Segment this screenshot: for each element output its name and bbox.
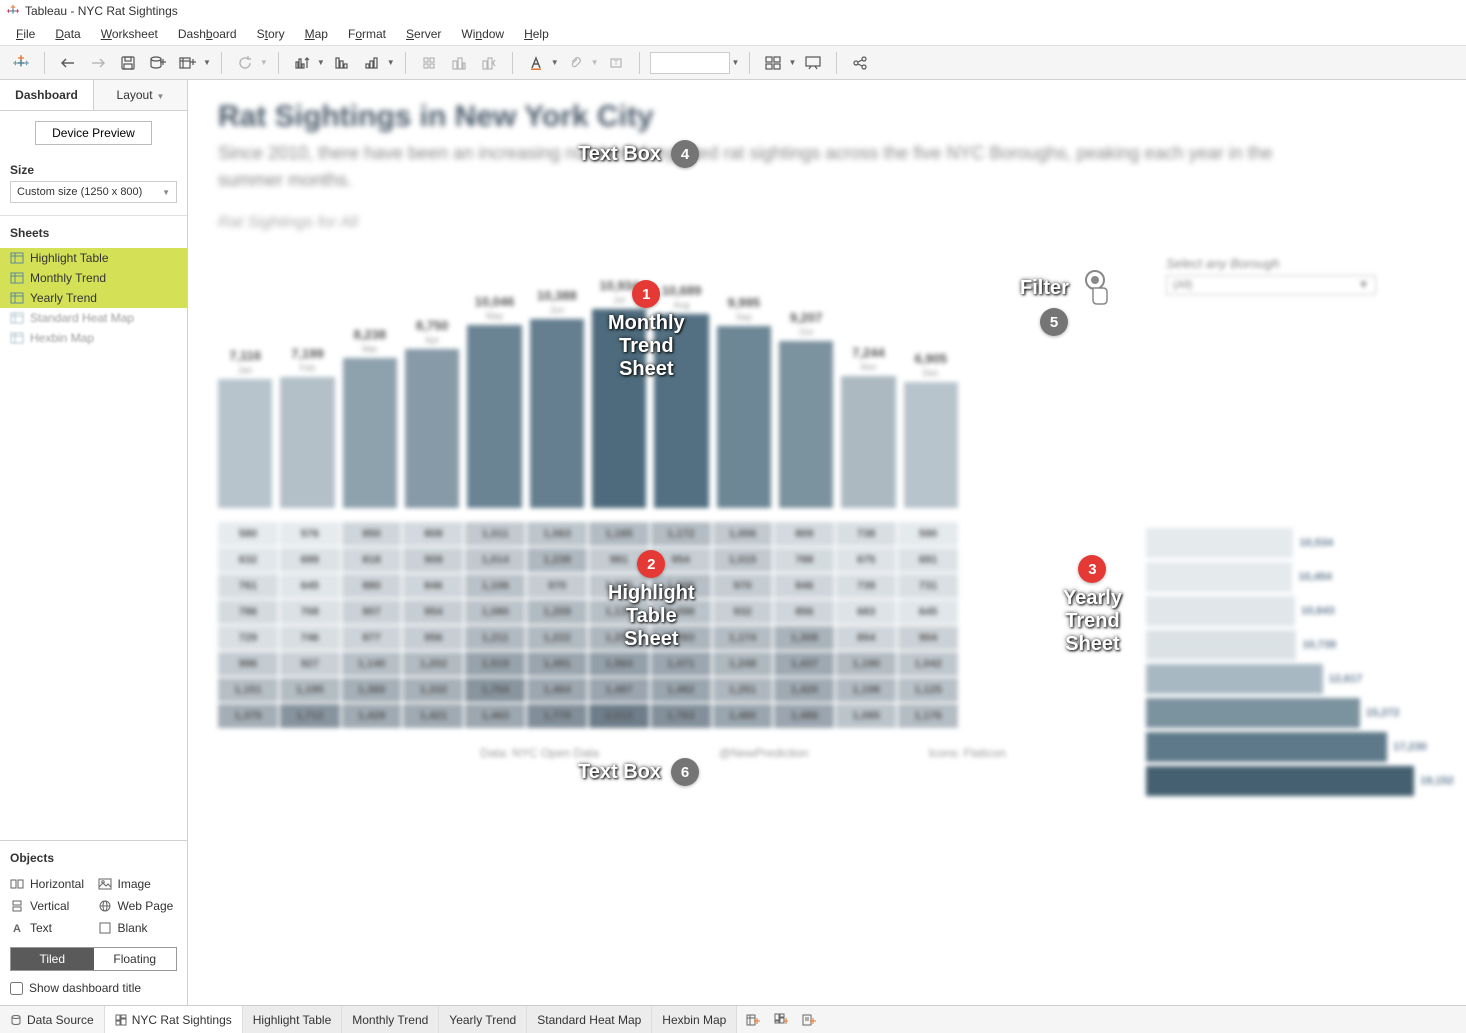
menu-file[interactable]: File	[6, 25, 45, 43]
menu-help[interactable]: Help	[514, 25, 559, 43]
tableau-home-icon[interactable]	[8, 50, 34, 76]
bottom-tabs: Data Source NYC Rat SightingsHighlight T…	[0, 1005, 1466, 1033]
menu-format[interactable]: Format	[338, 25, 396, 43]
swap-icon[interactable]	[289, 50, 315, 76]
undo-icon[interactable]	[55, 50, 81, 76]
worksheet-tab[interactable]: Monthly Trend	[342, 1006, 439, 1033]
monthly-bar-chart: 7,116Jan7,199Feb8,238Mar8,750Apr10,046Ma…	[218, 268, 958, 508]
window-title: Tableau - NYC Rat Sightings	[25, 4, 178, 18]
redo-icon[interactable]	[85, 50, 111, 76]
highlight-table: 5805768508081,0111,0631,1851,1721,006809…	[218, 522, 958, 728]
text-format-icon[interactable]	[523, 50, 549, 76]
dropdown-caret-icon[interactable]: ▼	[788, 58, 796, 67]
group-icon[interactable]	[446, 50, 472, 76]
new-dashboard-tab-icon[interactable]	[771, 1010, 791, 1030]
object-horizontal[interactable]: Horizontal	[10, 875, 90, 893]
dropdown-caret-icon[interactable]: ▼	[551, 58, 559, 67]
menu-worksheet[interactable]: Worksheet	[91, 25, 168, 43]
show-dashboard-title-checkbox[interactable]: Show dashboard title	[10, 981, 177, 995]
sheet-icon	[10, 312, 24, 324]
sheet-item[interactable]: Yearly Trend	[0, 288, 187, 308]
menu-window[interactable]: Window	[451, 25, 514, 43]
sheet-item[interactable]: Monthly Trend	[0, 268, 187, 288]
clip-icon[interactable]	[563, 50, 589, 76]
sheets-list: Highlight TableMonthly TrendYearly Trend…	[0, 244, 187, 352]
dropdown-caret-icon[interactable]: ▼	[203, 58, 211, 67]
menu-data[interactable]: Data	[45, 25, 90, 43]
text-icon: A	[10, 922, 24, 934]
highlight-icon[interactable]	[416, 50, 442, 76]
new-worksheet-tab-icon[interactable]	[743, 1010, 763, 1030]
new-data-source-icon[interactable]	[145, 50, 171, 76]
sheet-icon	[10, 252, 24, 264]
label-icon[interactable]: T	[603, 50, 629, 76]
sheet-item[interactable]: Highlight Table	[0, 248, 187, 268]
worksheet-tab[interactable]: NYC Rat Sightings	[105, 1006, 243, 1033]
dropdown-caret-icon[interactable]: ▼	[732, 58, 740, 67]
dashboard-sheet-title: Rat Sightings for All	[218, 214, 1436, 232]
sheet-item[interactable]: Standard Heat Map	[0, 308, 187, 328]
object-text[interactable]: AText	[10, 919, 90, 937]
dropdown-caret-icon[interactable]: ▼	[387, 58, 395, 67]
fit-dropdown[interactable]	[650, 52, 730, 74]
object-webpage[interactable]: Web Page	[98, 897, 178, 915]
new-worksheet-icon[interactable]	[175, 50, 201, 76]
menu-map[interactable]: Map	[295, 25, 338, 43]
size-label: Size	[0, 155, 187, 181]
object-vertical[interactable]: Vertical	[10, 897, 90, 915]
blank-icon	[98, 922, 112, 934]
sidebar-tab-layout[interactable]: Layout▼	[93, 80, 187, 110]
footer-credits: Data: NYC Open Data @NewPrediction Icons…	[218, 746, 1268, 760]
sheets-label: Sheets	[0, 215, 187, 244]
vertical-icon	[10, 900, 24, 912]
worksheet-tab[interactable]: Yearly Trend	[439, 1006, 527, 1033]
image-icon	[98, 878, 112, 890]
dashboard-title: Rat Sightings in New York City	[218, 100, 1436, 134]
sidebar-tab-dashboard[interactable]: Dashboard	[0, 80, 93, 110]
totals-icon[interactable]	[476, 50, 502, 76]
new-story-tab-icon[interactable]	[799, 1010, 819, 1030]
dashboard-canvas[interactable]: Rat Sightings in New York City Since 201…	[188, 80, 1466, 1005]
svg-text:A: A	[13, 923, 21, 934]
share-icon[interactable]	[847, 50, 873, 76]
worksheet-tab[interactable]: Hexbin Map	[652, 1006, 737, 1033]
horizontal-icon	[10, 878, 24, 890]
titlebar: Tableau - NYC Rat Sightings	[0, 0, 1466, 22]
sidebar: Dashboard Layout▼ Device Preview Size Cu…	[0, 80, 188, 1005]
objects-label: Objects	[10, 847, 177, 869]
dashboard-subtitle: Since 2010, there have been an increasin…	[218, 140, 1298, 194]
webpage-icon	[98, 900, 112, 912]
dropdown-caret-icon[interactable]: ▼	[317, 58, 325, 67]
show-me-icon[interactable]	[760, 50, 786, 76]
callout-6: Text Box6	[578, 758, 699, 786]
size-dropdown[interactable]: Custom size (1250 x 800)▼	[10, 181, 177, 203]
tableau-logo-icon	[6, 4, 20, 18]
menubar: File Data Worksheet Dashboard Story Map …	[0, 22, 1466, 46]
menu-server[interactable]: Server	[396, 25, 451, 43]
sort-desc-icon[interactable]	[359, 50, 385, 76]
object-blank[interactable]: Blank	[98, 919, 178, 937]
filter-control[interactable]: Select any Borough (All)▼	[1166, 256, 1376, 295]
object-image[interactable]: Image	[98, 875, 178, 893]
sheet-icon	[10, 272, 24, 284]
device-preview-button[interactable]: Device Preview	[35, 121, 152, 145]
worksheet-tab[interactable]: Highlight Table	[243, 1006, 343, 1033]
presentation-icon[interactable]	[800, 50, 826, 76]
tiled-button[interactable]: Tiled	[11, 948, 94, 970]
tab-data-source[interactable]: Data Source	[0, 1006, 105, 1033]
svg-text:T: T	[613, 60, 618, 67]
sheet-icon	[10, 332, 24, 344]
sheet-item[interactable]: Hexbin Map	[0, 328, 187, 348]
menu-story[interactable]: Story	[247, 25, 295, 43]
toolbar: ▼ ▼ ▼ ▼ ▼ ▼ T ▼ ▼	[0, 46, 1466, 80]
refresh-icon[interactable]	[232, 50, 258, 76]
floating-button[interactable]: Floating	[94, 948, 177, 970]
worksheet-tab[interactable]: Standard Heat Map	[527, 1006, 652, 1033]
save-icon[interactable]	[115, 50, 141, 76]
sheet-icon	[10, 292, 24, 304]
menu-dashboard[interactable]: Dashboard	[168, 25, 247, 43]
sort-asc-icon[interactable]	[329, 50, 355, 76]
